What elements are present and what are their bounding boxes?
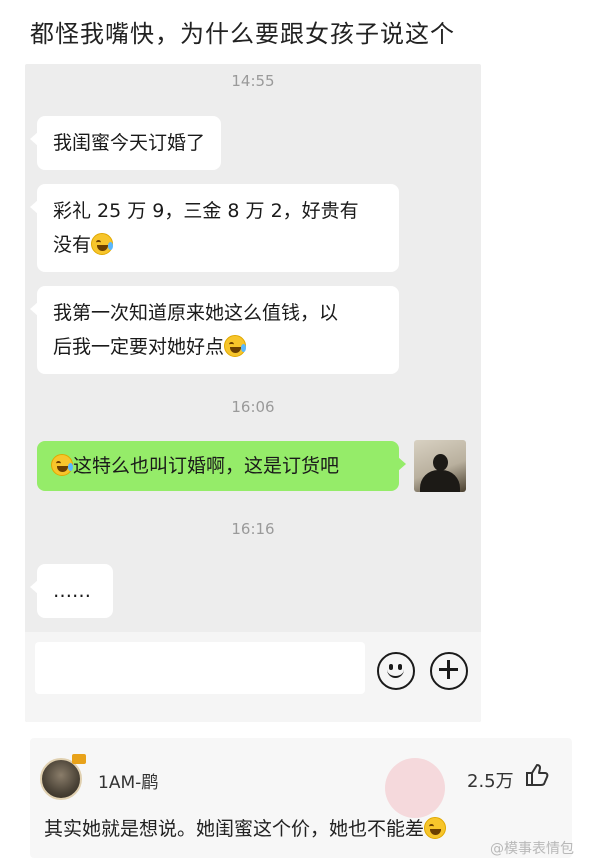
received-message: 彩礼 25 万 9，三金 8 万 2，好贵有 没有 [30, 184, 399, 272]
message-text: …… [53, 580, 91, 602]
message-text: 后我一定要对她好点 [53, 336, 225, 358]
chat-input-bar [25, 632, 481, 722]
laughing-crying-emoji-icon [91, 233, 114, 255]
watermark: @模事表情包 [490, 841, 574, 857]
emoji-button[interactable] [377, 652, 415, 690]
laughing-crying-emoji-icon [224, 335, 247, 357]
sent-message: 这特么也叫订婚啊，这是订货吧 [37, 441, 406, 491]
comment-text: 其实她就是想说。她闺蜜这个价，她也不能差 [44, 814, 447, 841]
message-text: 我闺蜜今天订婚了 [53, 132, 206, 154]
message-text: 没有 [53, 234, 92, 256]
timestamp: 16:16 [231, 520, 275, 538]
message-text: 彩礼 25 万 9，三金 8 万 2，好贵有 [53, 200, 359, 222]
received-message: 我第一次知道原来她这么值钱，以 后我一定要对她好点 [30, 286, 399, 374]
add-button[interactable] [430, 652, 468, 690]
message-input[interactable] [35, 642, 365, 694]
message-text: 我第一次知道原来她这么值钱，以 [53, 302, 339, 324]
timestamp: 14:55 [231, 72, 275, 90]
laughing-crying-emoji-icon [51, 454, 73, 476]
eye-roll-emoji-icon [424, 817, 447, 839]
message-text: 这特么也叫订婚啊，这是订货吧 [73, 455, 340, 477]
like-count: 2.5万 [467, 771, 514, 792]
timestamp: 16:06 [231, 398, 275, 416]
received-message: 我闺蜜今天订婚了 [29, 116, 222, 170]
watermark-stamp [385, 758, 445, 818]
comment-username[interactable]: 1AM-鹛 [98, 768, 158, 793]
avatar[interactable] [40, 754, 86, 800]
chat-window: 14:55 我闺蜜今天订婚了 彩礼 25 万 9，三金 8 万 2，好贵有 没有… [25, 64, 481, 722]
avatar[interactable] [414, 440, 466, 492]
thumbs-up-icon[interactable] [524, 762, 550, 788]
crown-icon [72, 754, 86, 764]
post-title: 都怪我嘴快，为什么要跟女孩子说这个 [30, 20, 455, 48]
received-message: …… [30, 564, 113, 618]
